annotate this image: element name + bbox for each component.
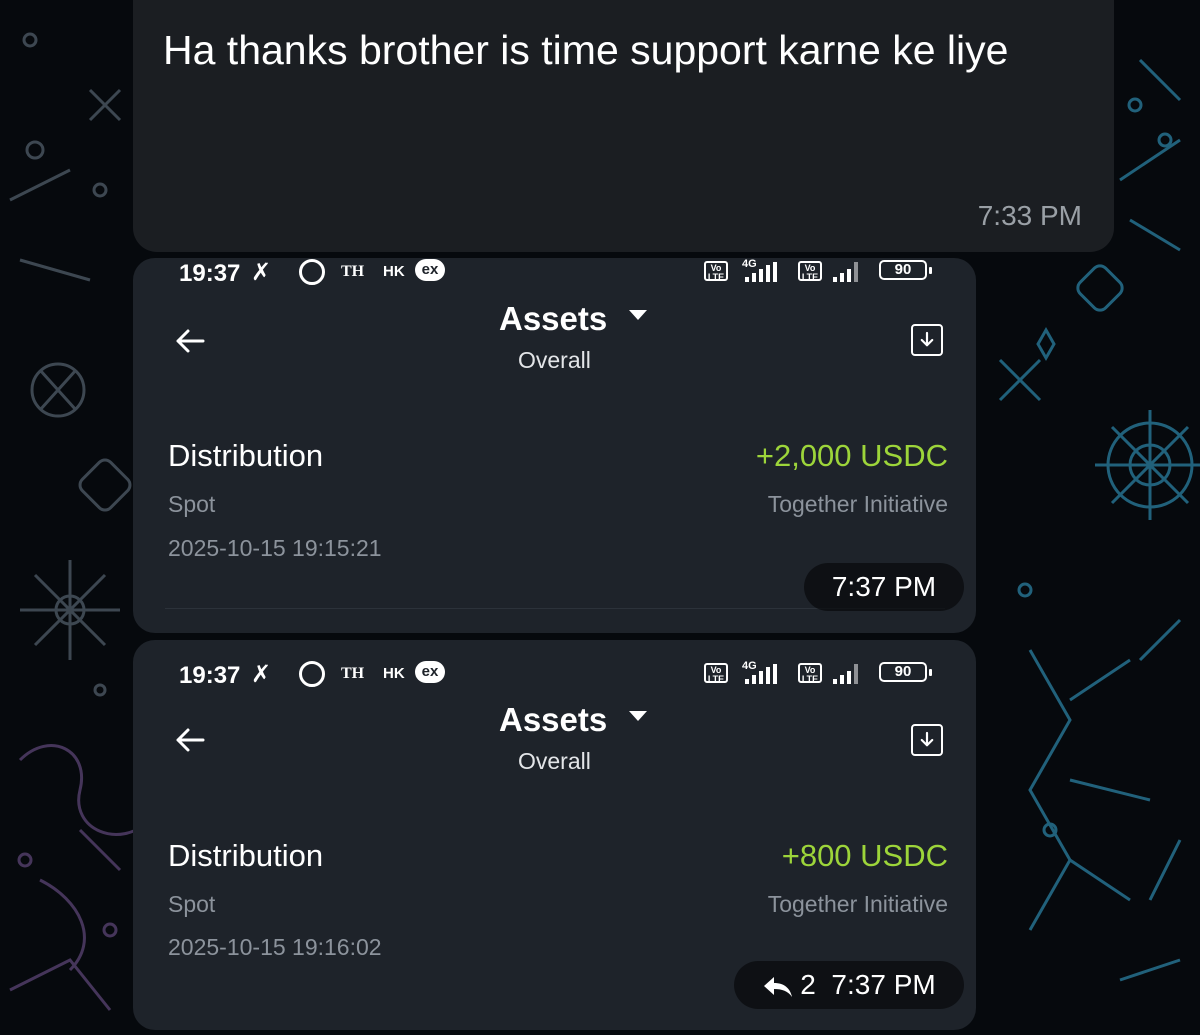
battery-icon: 90: [879, 260, 927, 280]
entry-date: 2025-10-15 19:15:21: [168, 535, 382, 561]
message-bubble[interactable]: Ha thanks brother is time support karne …: [133, 0, 1114, 252]
network-type: 4G: [742, 660, 757, 672]
alarm-clock-icon: [299, 259, 325, 285]
battery-tip: [929, 669, 932, 676]
page-title[interactable]: Assets: [499, 300, 607, 338]
download-icon[interactable]: [911, 724, 943, 756]
message-meta: 2 7:37 PM: [734, 961, 964, 1009]
arrow-left-icon[interactable]: [173, 723, 207, 757]
message-text: Ha thanks brother is time support karne …: [163, 27, 1009, 73]
volte-icon: Vo LTE: [798, 663, 822, 684]
caret-down-icon[interactable]: [629, 711, 647, 721]
entry-label: Distribution: [168, 838, 324, 873]
reply-arrow-icon: [764, 976, 793, 997]
reply-count: 2: [800, 969, 816, 1000]
entry-source: Together Initiative: [767, 491, 948, 517]
vibrate-muted-icon: ✗: [251, 661, 272, 688]
battery-tip: [929, 267, 932, 274]
alarm-clock-icon: [299, 661, 325, 687]
message-time: 7:33 PM: [977, 200, 1082, 231]
entry-date: 2025-10-15 19:16:02: [168, 934, 382, 960]
volte-icon: Vo LTE: [704, 663, 728, 684]
volte-icon: Vo LTE: [704, 261, 728, 282]
battery-icon: 90: [879, 662, 927, 682]
download-icon[interactable]: [911, 324, 943, 356]
message-time: 7:37 PM: [804, 563, 964, 611]
page-subtitle: Overall: [518, 748, 591, 774]
image-message[interactable]: 19:37 ✗ TH HK ex Vo LTE 4G Vo LTE 90 Ass…: [133, 258, 976, 633]
vibrate-muted-icon: ✗: [251, 259, 272, 286]
status-time: 19:37: [179, 260, 241, 287]
entry-amount: +2,000 USDC: [755, 438, 948, 473]
status-time: 19:37: [179, 662, 241, 689]
volte-icon: Vo LTE: [798, 261, 822, 282]
entry-source: Together Initiative: [767, 891, 948, 917]
page-title[interactable]: Assets: [499, 701, 607, 739]
phone-status-bar: 19:37 ✗ TH HK ex Vo LTE 4G Vo LTE 90: [133, 660, 976, 696]
status-ex-icon: ex: [415, 661, 445, 683]
network-type: 4G: [742, 258, 757, 270]
caret-down-icon[interactable]: [629, 310, 647, 320]
status-hk: HK: [383, 665, 405, 682]
status-th: TH: [341, 665, 365, 682]
status-ex-icon: ex: [415, 259, 445, 281]
entry-type: Spot: [168, 891, 216, 917]
message-time: 7:37 PM: [831, 969, 936, 1000]
image-message[interactable]: 19:37 ✗ TH HK ex Vo LTE 4G Vo LTE 90 Ass…: [133, 640, 976, 1030]
phone-status-bar: 19:37 ✗ TH HK ex Vo LTE 4G Vo LTE 90: [133, 258, 976, 294]
page-subtitle: Overall: [518, 347, 591, 373]
arrow-left-icon[interactable]: [173, 324, 207, 358]
status-th: TH: [341, 263, 365, 280]
entry-type: Spot: [168, 491, 216, 517]
status-hk: HK: [383, 263, 405, 280]
chat-view: Ha thanks brother is time support karne …: [0, 0, 1200, 1035]
entry-amount: +800 USDC: [781, 838, 948, 873]
entry-label: Distribution: [168, 438, 324, 473]
